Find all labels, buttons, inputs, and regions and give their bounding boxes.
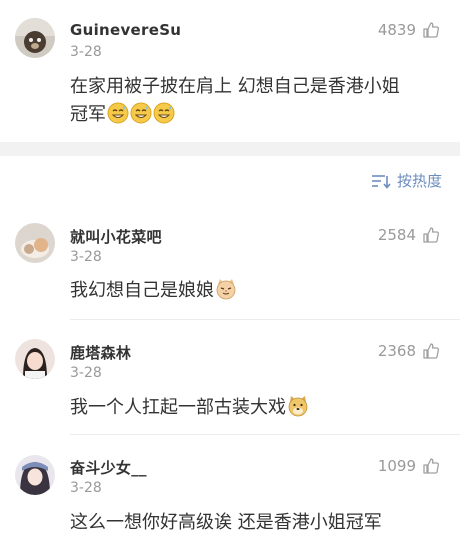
sort-label: 按热度: [396, 172, 442, 190]
thumbs-up-icon: [423, 458, 439, 474]
thumbs-up-icon: [423, 227, 439, 243]
sort-icon: [371, 174, 391, 189]
comment-date: 3-28: [70, 249, 102, 265]
like-count: 4839: [377, 21, 416, 39]
username[interactable]: 鹿塔森林: [70, 342, 131, 363]
sort-bar: 按热度: [0, 156, 460, 206]
doge-emoji-icon: [286, 396, 309, 418]
like-count: 1099: [377, 457, 416, 475]
username[interactable]: GuinevereSu: [70, 21, 181, 39]
username[interactable]: 就叫小花菜吧: [70, 226, 162, 247]
section-divider: [0, 142, 460, 156]
user-avatar-image: [15, 339, 55, 379]
avatar[interactable]: [15, 223, 55, 263]
comment-text: 这么一想你好高级诶 还是香港小姐冠军: [70, 509, 445, 537]
comment-item: 就叫小花菜吧 3-28 2584 我幻想自己是娘娘: [0, 206, 460, 320]
sort-by-hot-button[interactable]: 按热度: [371, 170, 442, 191]
user-avatar-image: [15, 18, 55, 58]
comment-text: 我一个人扛起一部古装大戏: [70, 394, 445, 422]
avatar[interactable]: [15, 18, 55, 58]
like-button[interactable]: 2584: [378, 226, 440, 244]
like-count: 2584: [377, 226, 416, 244]
comment-text-line: 我幻想自己是娘娘: [70, 280, 214, 301]
comment-text-line: 在家用被子披在肩上 幻想自己是香港小姐: [70, 76, 400, 97]
like-button[interactable]: 2368: [378, 342, 440, 360]
comment-item: 鹿塔森林 3-28 2368 我一个人扛起一部古装大戏: [0, 320, 460, 435]
user-avatar-image: [15, 223, 55, 263]
top-comment: GuinevereSu 3-28 4839 在家用被子披在肩上 幻想自己是香港小…: [0, 0, 460, 142]
comment-text-line: 这么一想你好高级诶 还是香港小姐冠军: [70, 512, 382, 533]
thumbs-up-icon: [423, 343, 439, 359]
comment-text-line: 我一个人扛起一部古装大戏: [70, 397, 286, 418]
avatar[interactable]: [15, 339, 55, 379]
comment-item: 奋斗少女__ 3-28 1099 这么一想你好高级诶 还是香港小姐冠军: [0, 435, 460, 544]
comment-text: 在家用被子披在肩上 幻想自己是香港小姐 冠军: [70, 73, 445, 129]
like-button[interactable]: 1099: [378, 457, 440, 475]
comment-text-line: 冠军: [70, 104, 106, 125]
user-avatar-image: [15, 455, 55, 495]
like-button[interactable]: 4839: [378, 21, 440, 39]
comment-text: 我幻想自己是娘娘: [70, 277, 445, 305]
comment-date: 3-28: [70, 365, 102, 381]
like-count: 2368: [377, 342, 416, 360]
avatar[interactable]: [15, 455, 55, 495]
cat-emoji-icon: [214, 279, 237, 301]
thumbs-up-icon: [423, 22, 439, 38]
grin-sweat-emoji-icon: [106, 102, 175, 125]
comment-date: 3-28: [70, 480, 102, 496]
username[interactable]: 奋斗少女__: [70, 457, 147, 478]
comment-date: 3-28: [70, 44, 102, 60]
